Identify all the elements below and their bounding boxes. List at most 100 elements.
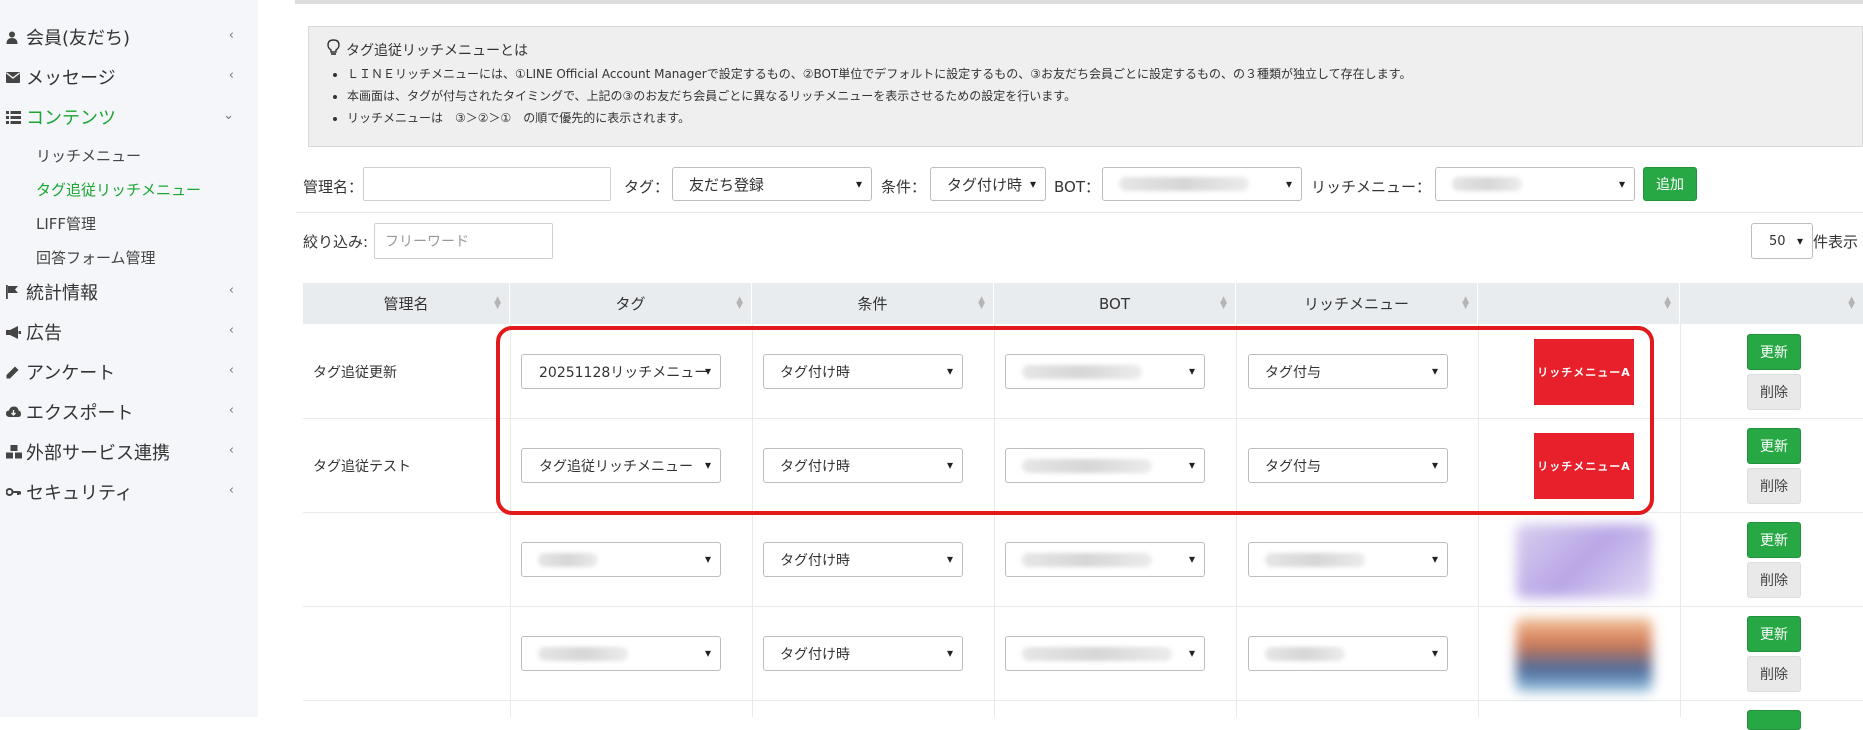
row-condition-select[interactable]: タグ付け時 ▾ bbox=[763, 542, 963, 577]
chevron-left-icon: ‹ bbox=[228, 68, 234, 83]
row-condition-select[interactable]: タグ付け時 ▾ bbox=[763, 636, 963, 671]
row-bot-select[interactable]: ▾ bbox=[1005, 636, 1205, 671]
chevron-down-icon: ▾ bbox=[946, 552, 953, 566]
sidebar-subitem-liff[interactable]: LIFF管理 bbox=[36, 213, 96, 234]
info-list: ＬＩＮＥリッチメニューには、①LINE Official Account Man… bbox=[347, 63, 1411, 129]
row-tag-value: 20251128リッチメニュー bbox=[539, 364, 709, 381]
row-condition-select[interactable]: タグ付け時 ▾ bbox=[763, 354, 963, 389]
delete-button[interactable]: 削除 bbox=[1747, 374, 1801, 410]
row-tag-select[interactable]: 20251128リッチメニュー ▾ bbox=[521, 354, 721, 389]
header-label: 条件 bbox=[857, 295, 888, 313]
row-tag-select[interactable]: ▾ bbox=[521, 636, 721, 671]
chevron-down-icon: ▾ bbox=[704, 646, 711, 660]
sidebar-subitem-answer-form[interactable]: 回答フォーム管理 bbox=[36, 247, 156, 268]
row-tag-select[interactable]: タグ追従リッチメニュー ▾ bbox=[521, 448, 721, 483]
sidebar-item-members[interactable]: 会員(友だち) ‹ bbox=[0, 19, 258, 55]
column-divider bbox=[510, 324, 511, 717]
filter-label: 絞り込み: bbox=[303, 233, 369, 251]
header-condition[interactable]: 条件 ▲ ▼ bbox=[752, 283, 994, 324]
sort-icon: ▲ ▼ bbox=[736, 295, 743, 311]
top-divider bbox=[295, 0, 1863, 4]
update-button[interactable]: 更新 bbox=[1747, 428, 1801, 464]
row-trigger-select[interactable]: タグ付与 ▾ bbox=[1248, 448, 1448, 483]
row-trigger-value: タグ付与 bbox=[1265, 364, 1321, 381]
flag-icon bbox=[0, 285, 26, 299]
tag-select[interactable]: 友だち登録 ▾ bbox=[672, 167, 872, 201]
sort-icon: ▲ ▼ bbox=[494, 295, 501, 311]
condition-select[interactable]: タグ付け時 ▾ bbox=[930, 167, 1046, 201]
row-trigger-value: タグ付与 bbox=[1265, 458, 1321, 475]
name-input[interactable] bbox=[363, 167, 611, 201]
sidebar-item-statistics[interactable]: 統計情報 ‹ bbox=[0, 274, 258, 310]
header-tag[interactable]: タグ ▲ ▼ bbox=[510, 283, 752, 324]
tag-select-value: 友だち登録 bbox=[689, 175, 765, 194]
chevron-down-icon: ▾ bbox=[1431, 458, 1438, 472]
add-button[interactable]: 追加 bbox=[1643, 167, 1697, 201]
column-divider bbox=[752, 324, 753, 717]
sidebar-item-survey[interactable]: アンケート ‹ bbox=[0, 354, 258, 390]
blurred-value bbox=[1022, 646, 1172, 661]
row-tag-value: タグ追従リッチメニュー bbox=[539, 458, 693, 475]
row-tag-select[interactable]: ▾ bbox=[521, 542, 721, 577]
sidebar-item-label: エクスポート bbox=[26, 403, 134, 424]
header-name[interactable]: 管理名 ▲ ▼ bbox=[303, 283, 510, 324]
sidebar-item-export[interactable]: エクスポート ‹ bbox=[0, 394, 258, 430]
sidebar-item-label: 広告 bbox=[26, 323, 62, 344]
chevron-down-icon: ▾ bbox=[1431, 364, 1438, 378]
chevron-down-icon: ▾ bbox=[704, 458, 711, 472]
row-trigger-select[interactable]: タグ付与 ▾ bbox=[1248, 354, 1448, 389]
update-button[interactable]: 更新 bbox=[1747, 334, 1801, 370]
sort-icon: ▲ ▼ bbox=[1664, 295, 1671, 311]
chevron-down-icon: ▾ bbox=[1188, 646, 1195, 660]
bot-select[interactable]: ▾ bbox=[1102, 167, 1302, 201]
header-richmenu[interactable]: リッチメニュー ▲ ▼ bbox=[1236, 283, 1478, 324]
sidebar-item-ads[interactable]: 広告 ‹ bbox=[0, 314, 258, 350]
sidebar-item-label: 統計情報 bbox=[26, 283, 98, 304]
header-bot[interactable]: BOT ▲ ▼ bbox=[994, 283, 1236, 324]
delete-button[interactable]: 削除 bbox=[1747, 468, 1801, 504]
row-condition-value: タグ付け時 bbox=[780, 364, 850, 381]
sidebar-item-label: 外部サービス連携 bbox=[26, 443, 170, 464]
richmenu-thumbnail-blurred bbox=[1516, 618, 1652, 692]
sidebar-subitem-tag-richmenu[interactable]: タグ追従リッチメニュー bbox=[36, 179, 201, 200]
header-label: BOT bbox=[1099, 294, 1130, 313]
update-button[interactable]: 更新 bbox=[1747, 616, 1801, 652]
user-icon bbox=[0, 31, 26, 44]
header-image[interactable]: ▲ ▼ bbox=[1478, 283, 1680, 324]
chevron-left-icon: ‹ bbox=[228, 403, 234, 418]
row-name: タグ追従更新 bbox=[313, 365, 397, 381]
page-size-suffix: 件表示 bbox=[1813, 233, 1859, 251]
row-trigger-select[interactable]: ▾ bbox=[1248, 636, 1448, 671]
sidebar-item-label: セキュリティ bbox=[26, 483, 133, 504]
row-bot-select[interactable]: ▾ bbox=[1005, 448, 1205, 483]
sidebar-item-label: メッセージ bbox=[26, 68, 116, 89]
info-title: タグ追従リッチメニューとは bbox=[327, 39, 528, 60]
row-bot-select[interactable]: ▾ bbox=[1005, 354, 1205, 389]
sidebar-item-messages[interactable]: メッセージ ‹ bbox=[0, 59, 258, 95]
table-header: 管理名 ▲ ▼ タグ ▲ ▼ 条件 ▲ ▼ BOT ▲ ▼ リッチメニュー ▲ ▼ ▲ ▼ … bbox=[303, 283, 1863, 324]
update-button-partial[interactable] bbox=[1747, 710, 1801, 730]
blurred-value bbox=[538, 552, 598, 567]
delete-button[interactable]: 削除 bbox=[1747, 562, 1801, 598]
chevron-down-icon: ▾ bbox=[1188, 458, 1195, 472]
sidebar-item-contents[interactable]: コンテンツ ⌄ bbox=[0, 99, 258, 135]
pencil-icon bbox=[0, 366, 26, 379]
update-button[interactable]: 更新 bbox=[1747, 522, 1801, 558]
chevron-down-icon: ▾ bbox=[946, 364, 953, 378]
info-title-text: タグ追従リッチメニューとは bbox=[346, 42, 528, 59]
envelope-icon bbox=[0, 71, 26, 83]
chevron-down-icon: ▾ bbox=[1029, 177, 1036, 191]
row-bot-select[interactable]: ▾ bbox=[1005, 542, 1205, 577]
chevron-down-icon: ▾ bbox=[1431, 646, 1438, 660]
row-condition-select[interactable]: タグ付け時 ▾ bbox=[763, 448, 963, 483]
chevron-left-icon: ‹ bbox=[228, 323, 234, 338]
sidebar-subitem-richmenu[interactable]: リッチメニュー bbox=[36, 145, 141, 166]
sidebar-item-external[interactable]: 外部サービス連携 ‹ bbox=[0, 434, 258, 470]
page-size-select[interactable]: 50 ▾ bbox=[1751, 223, 1813, 259]
richmenu-select[interactable]: ▾ bbox=[1435, 167, 1635, 201]
filter-input[interactable]: フリーワード bbox=[374, 223, 553, 259]
header-actions[interactable]: ▲ ▼ bbox=[1680, 283, 1863, 324]
row-trigger-select[interactable]: ▾ bbox=[1248, 542, 1448, 577]
delete-button[interactable]: 削除 bbox=[1747, 656, 1801, 692]
sidebar-item-security[interactable]: セキュリティ ‹ bbox=[0, 474, 258, 510]
